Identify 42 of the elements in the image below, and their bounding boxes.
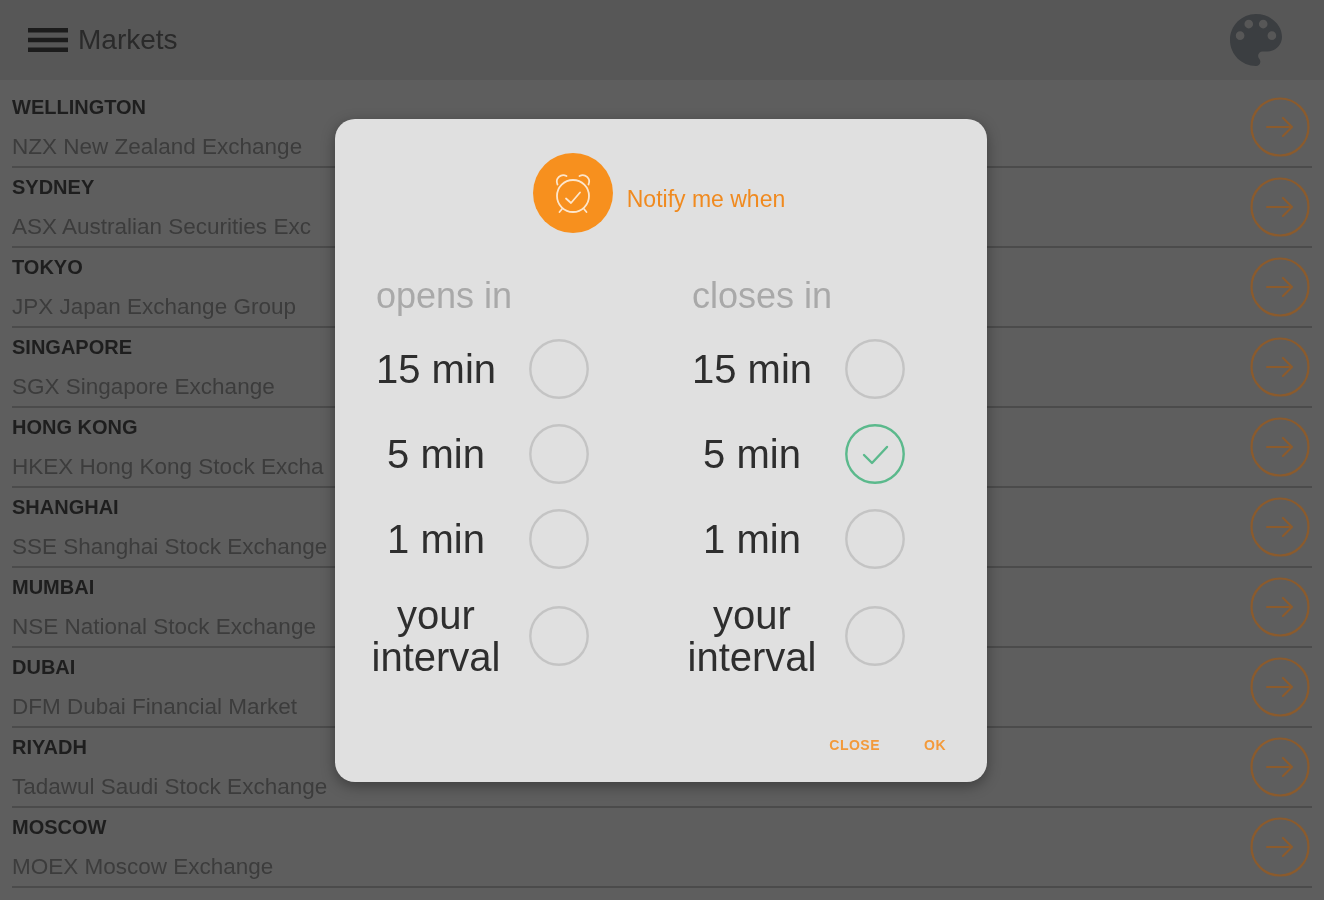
radio-button[interactable] — [845, 606, 905, 666]
dialog-title: Notify me when — [626, 185, 786, 213]
city-name: MOSCOW — [12, 815, 107, 840]
arrow-circle-icon[interactable] — [1250, 97, 1310, 157]
radio-button[interactable] — [529, 424, 589, 484]
radio-button[interactable] — [845, 509, 905, 569]
city-name: SINGAPORE — [12, 335, 133, 360]
city-name: RIYADH — [12, 735, 87, 760]
option-label: 1 min — [387, 518, 485, 560]
arrow-circle-icon[interactable] — [1250, 177, 1310, 237]
option-label: 15 min — [691, 348, 813, 390]
radio-button[interactable] — [845, 424, 905, 484]
city-name: DUBAI — [12, 655, 76, 680]
menu-icon[interactable] — [28, 28, 68, 52]
option-label: your interval — [686, 594, 818, 678]
option-label: 1 min — [703, 518, 801, 560]
option-label: 5 min — [387, 433, 485, 475]
arrow-circle-icon[interactable] — [1250, 657, 1310, 717]
alarm-clock-icon — [532, 153, 613, 233]
radio-button[interactable] — [529, 606, 589, 666]
option-label: 15 min — [375, 348, 497, 390]
arrow-circle-icon[interactable] — [1250, 737, 1310, 797]
arrow-circle-icon[interactable] — [1250, 817, 1310, 877]
city-name: MUMBAI — [12, 575, 95, 600]
close-button[interactable]: CLOSE — [819, 729, 890, 761]
radio-button[interactable] — [529, 339, 589, 399]
city-name: SYDNEY — [12, 175, 95, 200]
ok-button[interactable]: OK — [914, 729, 956, 761]
option-label: your interval — [370, 594, 502, 678]
city-name: WELLINGTON — [12, 95, 147, 120]
city-name: TOKYO — [12, 255, 83, 280]
arrow-circle-icon[interactable] — [1250, 497, 1310, 557]
option-label: 5 min — [703, 433, 801, 475]
palette-icon[interactable] — [1230, 14, 1282, 66]
arrow-circle-icon[interactable] — [1250, 337, 1310, 397]
arrow-circle-icon[interactable] — [1250, 577, 1310, 637]
arrow-circle-icon[interactable] — [1250, 257, 1310, 317]
radio-button[interactable] — [529, 509, 589, 569]
city-name: SHANGHAI — [12, 495, 119, 520]
city-name: HONG KONG — [12, 415, 138, 440]
radio-button[interactable] — [845, 339, 905, 399]
arrow-circle-icon[interactable] — [1250, 417, 1310, 477]
